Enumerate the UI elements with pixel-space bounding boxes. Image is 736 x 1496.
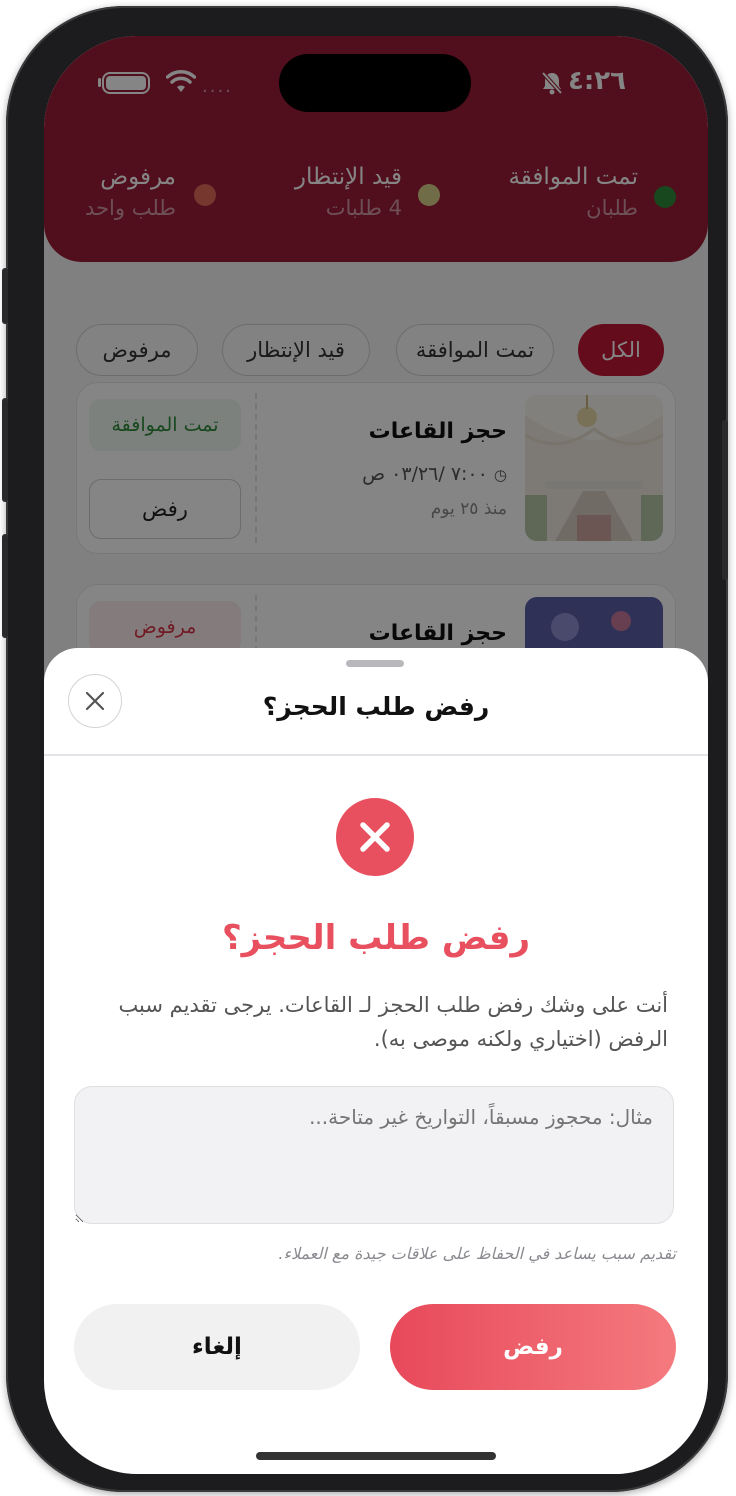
power-button	[722, 420, 728, 580]
reason-hint: تقديم سبب يساعد في الحفاظ على علاقات جيد…	[278, 1244, 676, 1263]
action-button	[2, 268, 8, 324]
reject-bottom-sheet: رفض طلب الحجز؟ رفض طلب الحجز؟ أنت على وش…	[44, 648, 708, 1474]
home-indicator[interactable]	[256, 1452, 496, 1460]
error-x-icon	[336, 798, 414, 876]
sheet-drag-handle[interactable]	[346, 660, 404, 667]
phone-frame: .... ٤:٢٦ تمت الموافقة طلبان قيد الإنتظا…	[2, 6, 728, 1492]
reject-reason-input[interactable]	[74, 1086, 674, 1224]
volume-down-button	[2, 534, 8, 638]
confirm-reject-button[interactable]: رفض	[390, 1304, 676, 1390]
volume-up-button	[2, 398, 8, 502]
reject-description: أنت على وشك رفض طلب الحجز لـ القاعات. ير…	[118, 993, 668, 1051]
divider	[44, 754, 708, 756]
cancel-button[interactable]: إلغاء	[74, 1304, 360, 1390]
sheet-title: رفض طلب الحجز؟	[262, 692, 490, 721]
screen: .... ٤:٢٦ تمت الموافقة طلبان قيد الإنتظا…	[44, 36, 708, 1474]
reject-heading: رفض طلب الحجز؟	[221, 918, 531, 958]
